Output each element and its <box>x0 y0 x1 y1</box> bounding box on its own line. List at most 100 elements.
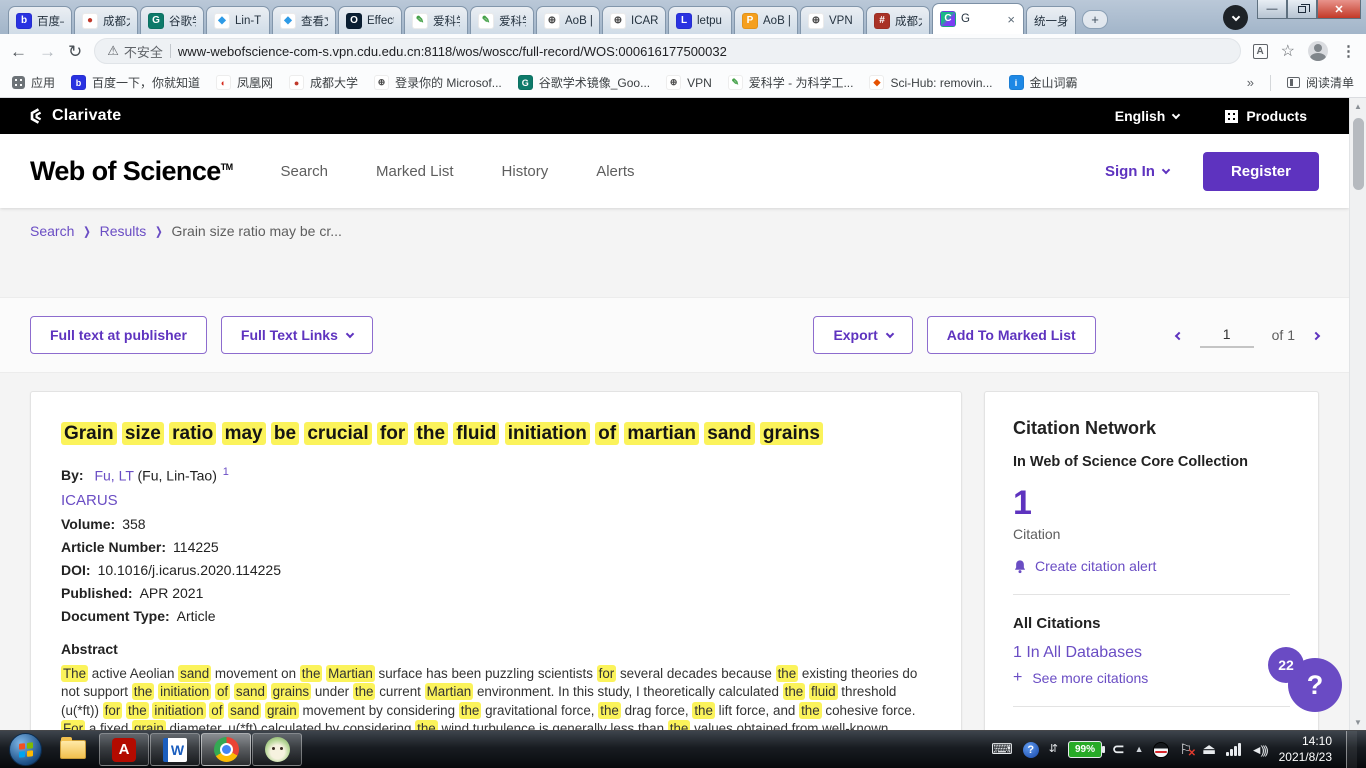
wos-logo[interactable]: Web of ScienceTM <box>30 156 232 187</box>
taskbar-explorer-button[interactable] <box>48 733 98 766</box>
security-chip[interactable]: ⚠ 不安全 <box>107 42 163 61</box>
sign-in-button[interactable]: Sign In <box>1105 163 1169 180</box>
scroll-up-icon[interactable]: ▲ <box>1354 98 1362 114</box>
browser-tab[interactable]: ✎爱科学 <box>404 6 468 34</box>
new-tab-button[interactable]: + <box>1082 10 1108 29</box>
taskbar-chrome-button[interactable] <box>201 733 251 766</box>
browser-tab[interactable]: OEffect <box>338 6 402 34</box>
browser-tab[interactable]: ●成都大 <box>74 6 138 34</box>
bookmark-item[interactable]: ⊕登录你的 Microsof... <box>374 74 502 91</box>
browser-tab[interactable]: ◆查看文 <box>272 6 336 34</box>
export-button[interactable]: Export <box>813 316 912 354</box>
language-bar-icon[interactable]: ⇵ <box>1049 744 1058 755</box>
taskbar-game-button[interactable] <box>252 733 302 766</box>
browser-tab[interactable]: G谷歌学 <box>140 6 204 34</box>
chevron-down-icon <box>1172 110 1180 118</box>
browser-tab[interactable]: ◆Lin-T <box>206 6 270 34</box>
forward-icon[interactable]: → <box>39 43 56 60</box>
bookmark-item[interactable]: ⊕VPN <box>666 75 712 90</box>
author-affiliation-sup[interactable]: 1 <box>223 466 229 478</box>
clock[interactable]: 14:10 2021/8/23 <box>1279 734 1332 765</box>
tab-title: 成都大 <box>895 13 922 29</box>
close-tab-icon[interactable]: × <box>1006 12 1016 27</box>
browser-tab[interactable]: CG× <box>932 3 1024 34</box>
scrollbar[interactable]: ▲ ▼ <box>1349 98 1366 730</box>
action-center-flag-icon[interactable]: ⚐✕ <box>1179 741 1192 758</box>
register-button[interactable]: Register <box>1203 152 1319 191</box>
safely-remove-icon[interactable]: ⏏ <box>1202 742 1216 757</box>
help-button[interactable]: 22 ? <box>1288 658 1342 712</box>
browser-menu-icon[interactable]: ⋮ <box>1341 42 1356 60</box>
all-databases-link[interactable]: 1 In All Databases <box>1013 644 1290 662</box>
language-selector[interactable]: English <box>1115 108 1180 124</box>
browser-tab[interactable]: ⊕VPN <box>800 6 864 34</box>
qq-icon[interactable] <box>1153 742 1169 758</box>
field-value: 114225 <box>173 539 219 555</box>
show-hidden-icons[interactable]: ▲ <box>1135 745 1144 754</box>
bookmark-label: 谷歌学术镜像_Goo... <box>539 74 650 91</box>
scroll-down-icon[interactable]: ▼ <box>1354 714 1362 730</box>
breadcrumb-search-link[interactable]: Search <box>30 223 74 239</box>
previous-page-icon[interactable] <box>1176 326 1182 344</box>
add-to-marked-list-button[interactable]: Add To Marked List <box>927 316 1096 354</box>
browser-tab[interactable]: Lletpu <box>668 6 732 34</box>
network-signal-icon[interactable] <box>1226 743 1241 756</box>
translate-icon[interactable]: A <box>1253 44 1268 59</box>
tray-help-icon[interactable]: ? <box>1023 742 1039 758</box>
bookmark-item[interactable]: 应用 <box>12 74 55 91</box>
bookmark-item[interactable]: ◆Sci-Hub: removin... <box>869 75 992 90</box>
see-more-citations-link[interactable]: + See more citations <box>1013 670 1290 686</box>
scrollbar-thumb[interactable] <box>1353 118 1364 190</box>
nav-item-alerts[interactable]: Alerts <box>596 163 634 180</box>
bookmark-item[interactable]: b百度一下，你就知道 <box>71 74 200 91</box>
close-button[interactable]: ✕ <box>1317 0 1361 19</box>
browser-tab[interactable]: b百度— <box>8 6 72 34</box>
keyboard-icon[interactable]: ⌨ <box>991 742 1013 757</box>
nav-item-marked-list[interactable]: Marked List <box>376 163 454 180</box>
author-link[interactable]: Fu, LT <box>94 467 133 483</box>
restore-button[interactable] <box>1287 0 1317 19</box>
bookmarks-overflow-icon[interactable]: » <box>1247 75 1254 90</box>
browser-tab[interactable]: #成都大 <box>866 6 930 34</box>
highlight: initiation <box>505 422 590 445</box>
browser-tab[interactable]: ⊕ICAR <box>602 6 666 34</box>
browser-tab[interactable]: 统一身 <box>1026 6 1076 34</box>
highlight: grains <box>271 683 311 700</box>
bookmark-item[interactable]: ✎爱科学 - 为科学工... <box>728 74 854 91</box>
taskbar-acrobat-button[interactable]: A <box>99 733 149 766</box>
bookmark-item[interactable]: ◐凤凰网 <box>216 74 273 91</box>
products-button[interactable]: Products <box>1225 108 1307 124</box>
volume-icon[interactable]: ◄))) <box>1251 743 1267 757</box>
reading-list-button[interactable]: 阅读清单 <box>1287 74 1354 91</box>
page-number-input[interactable] <box>1200 322 1254 348</box>
nav-item-search[interactable]: Search <box>280 163 328 180</box>
security-label: 不安全 <box>124 42 163 61</box>
bookmark-item[interactable]: ●成都大学 <box>289 74 358 91</box>
browser-profile-button[interactable] <box>1223 5 1248 30</box>
bookmark-item[interactable]: i金山词霸 <box>1009 74 1078 91</box>
browser-tab[interactable]: ⊕AoB | <box>536 6 600 34</box>
divider <box>1013 706 1290 707</box>
bookmark-star-icon[interactable]: ☆ <box>1281 41 1295 61</box>
nav-item-history[interactable]: History <box>502 163 549 180</box>
reload-icon[interactable]: ↻ <box>68 43 82 60</box>
power-plug-icon[interactable]: ⊂ <box>1112 742 1125 757</box>
breadcrumb-results-link[interactable]: Results <box>100 223 147 239</box>
bookmark-item[interactable]: G谷歌学术镜像_Goo... <box>518 74 650 91</box>
full-text-links-button[interactable]: Full Text Links <box>221 316 373 354</box>
show-desktop-button[interactable] <box>1346 731 1357 768</box>
browser-tab[interactable]: ✎爱科学 <box>470 6 534 34</box>
browser-tab[interactable]: PAoB | <box>734 6 798 34</box>
highlight: the <box>776 665 799 682</box>
back-icon[interactable]: ← <box>10 43 27 60</box>
journal-link[interactable]: ICARUS <box>61 492 118 509</box>
address-bar[interactable]: ⚠ 不安全 www-webofscience-com-s.vpn.cdu.edu… <box>94 38 1240 64</box>
minimize-button[interactable]: — <box>1257 0 1287 19</box>
next-page-icon[interactable] <box>1313 326 1319 344</box>
full-text-publisher-button[interactable]: Full text at publisher <box>30 316 207 354</box>
taskbar-word-button[interactable]: W <box>150 733 200 766</box>
battery-indicator[interactable]: 99% <box>1068 741 1102 758</box>
create-citation-alert-link[interactable]: Create citation alert <box>1013 558 1290 574</box>
avatar[interactable] <box>1308 41 1328 61</box>
start-button[interactable] <box>9 733 42 766</box>
